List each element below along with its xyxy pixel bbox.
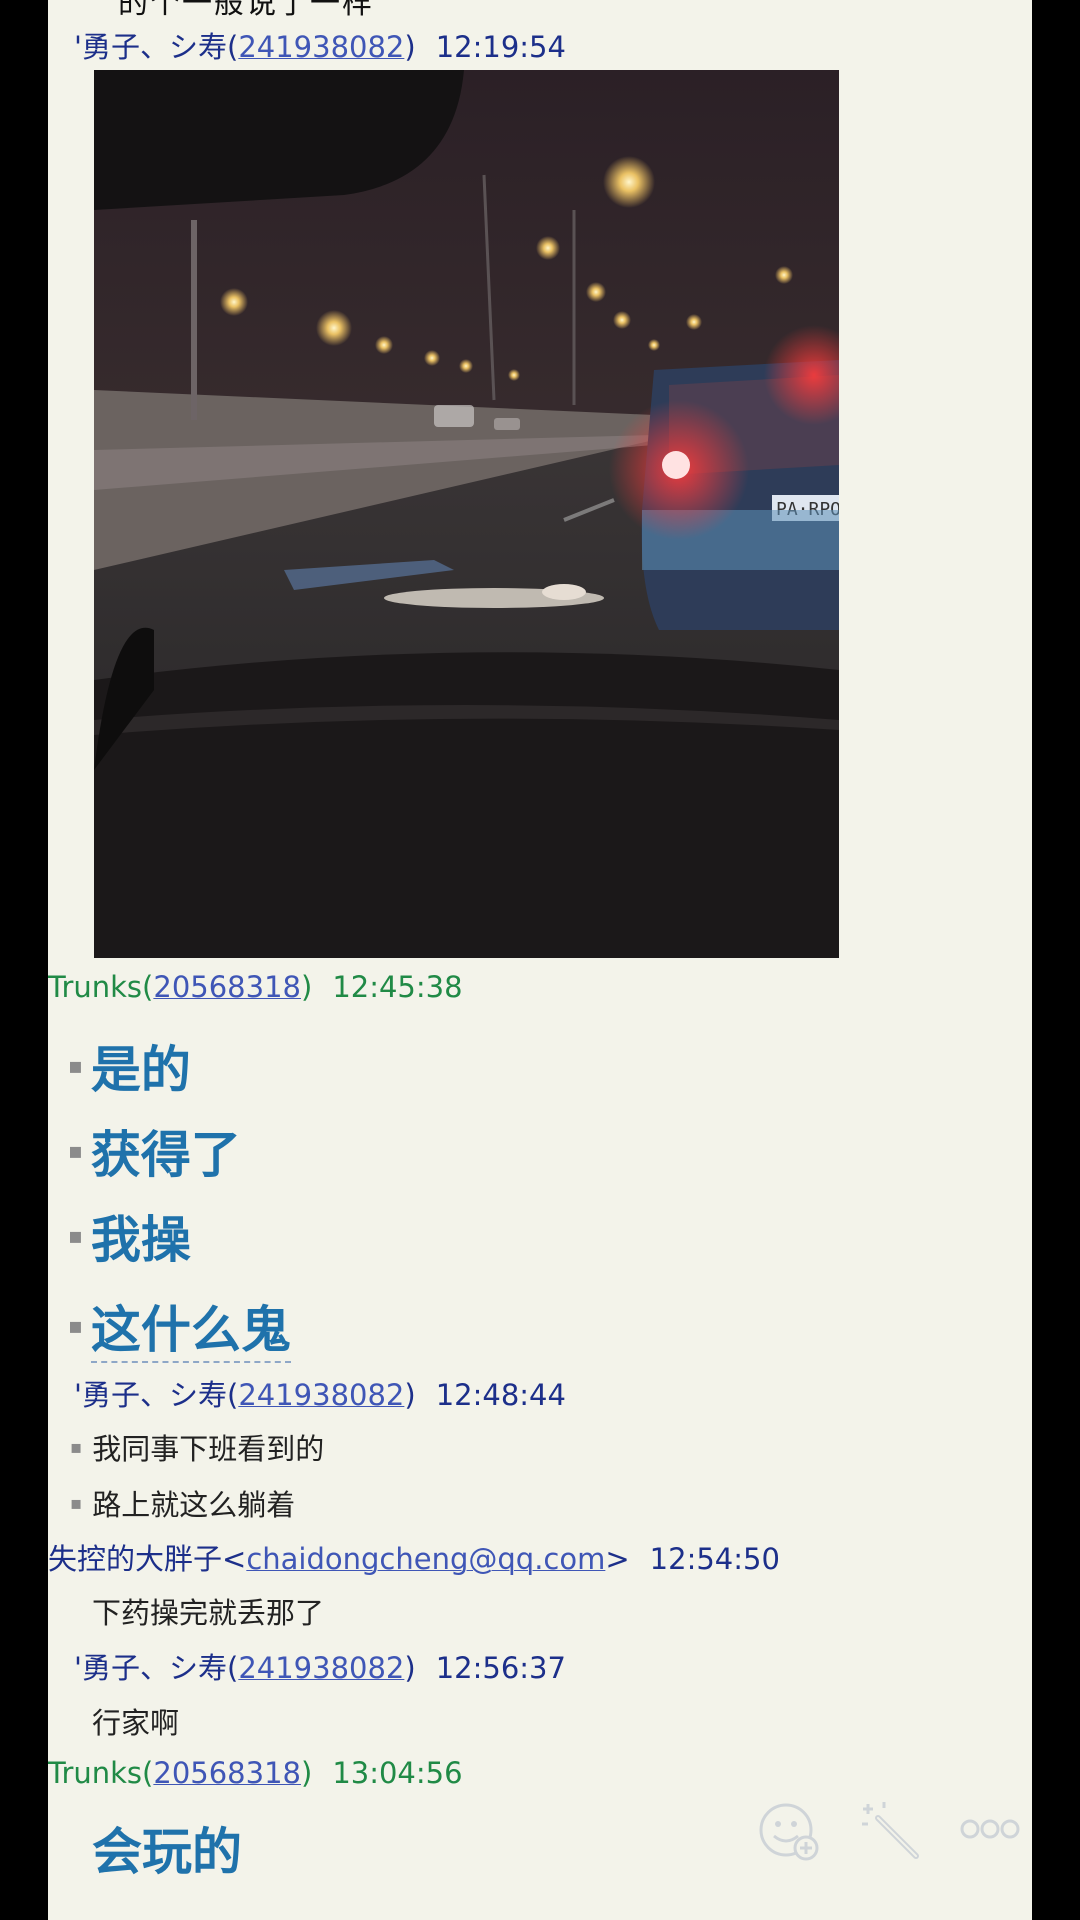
message-line: 行家啊 bbox=[92, 1706, 180, 1740]
magic-wand-icon[interactable] bbox=[858, 1798, 924, 1864]
message-line: ▪ 我同事下班看到的 bbox=[70, 1432, 325, 1466]
message-header: '勇子、シ寿(241938082) 12:56:37 bbox=[74, 1651, 566, 1685]
more-icon[interactable] bbox=[958, 1814, 1022, 1844]
message-line: ▪ 是的 bbox=[68, 1041, 191, 1099]
cut-off-message: 的个一般说了一样 bbox=[118, 0, 374, 21]
message-line: 会玩的 bbox=[92, 1823, 242, 1881]
sender-id-link[interactable]: 20568318 bbox=[153, 970, 301, 1004]
chat-panel: 的个一般说了一样 '勇子、シ寿(241938082) 12:19:54 PA·R… bbox=[48, 0, 1032, 1920]
sender-id-link[interactable]: 241938082 bbox=[238, 1378, 404, 1412]
timestamp: 12:48:44 bbox=[435, 1378, 566, 1412]
sender-name: Trunks bbox=[48, 1756, 143, 1790]
sender-name: 失控的大胖子 bbox=[48, 1542, 223, 1576]
sender-name: '勇子、シ寿 bbox=[74, 1378, 227, 1412]
sender-id-link[interactable]: 241938082 bbox=[238, 1651, 404, 1685]
sender-name: '勇子、シ寿 bbox=[74, 1651, 227, 1685]
message-header: '勇子、シ寿(241938082) 12:19:54 bbox=[74, 30, 566, 64]
timestamp: 12:56:37 bbox=[435, 1651, 566, 1685]
sender-id-link[interactable]: 20568318 bbox=[153, 1756, 301, 1790]
sender-id-link[interactable]: 241938082 bbox=[238, 30, 404, 64]
message-line: ▪ 我操 bbox=[68, 1211, 191, 1269]
shared-photo[interactable]: PA·RPO bbox=[94, 70, 839, 958]
message-line: 下药操完就丢那了 bbox=[92, 1596, 325, 1630]
timestamp: 12:45:38 bbox=[332, 970, 463, 1004]
sender-name: '勇子、シ寿 bbox=[74, 30, 227, 64]
sender-email-link[interactable]: chaidongcheng@qq.com bbox=[246, 1542, 605, 1576]
timestamp: 12:54:50 bbox=[649, 1542, 780, 1576]
message-header: Trunks(20568318) 13:04:56 bbox=[48, 1756, 463, 1790]
sender-name: Trunks bbox=[48, 970, 143, 1004]
message-header: '勇子、シ寿(241938082) 12:48:44 bbox=[74, 1378, 566, 1412]
timestamp: 12:19:54 bbox=[435, 30, 566, 64]
message-line: ▪ 这什么鬼 bbox=[68, 1290, 291, 1363]
timestamp: 13:04:56 bbox=[332, 1756, 463, 1790]
emoji-add-icon[interactable] bbox=[756, 1800, 822, 1864]
message-line: ▪ 路上就这么躺着 bbox=[70, 1488, 296, 1522]
message-header: Trunks(20568318) 12:45:38 bbox=[48, 970, 463, 1004]
message-header: 失控的大胖子<chaidongcheng@qq.com> 12:54:50 bbox=[48, 1542, 780, 1576]
message-line: ▪ 获得了 bbox=[68, 1126, 241, 1184]
